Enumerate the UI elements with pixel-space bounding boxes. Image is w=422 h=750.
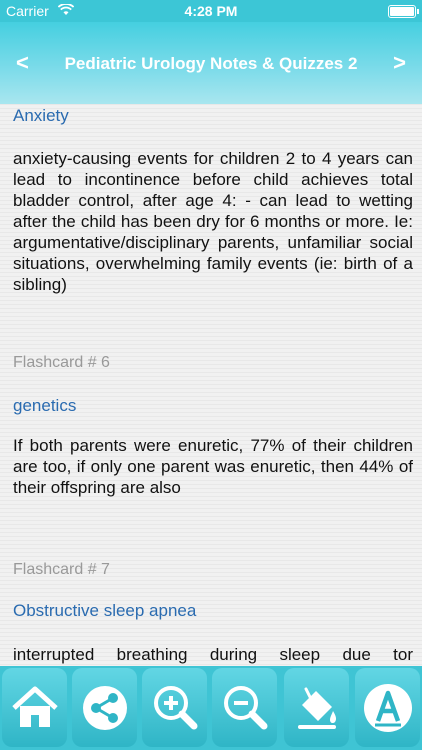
paint-bucket-icon xyxy=(297,687,336,729)
zoom-out-icon xyxy=(223,685,267,729)
zoom-in-icon xyxy=(153,685,197,729)
next-button[interactable]: > xyxy=(393,50,406,76)
home-icon xyxy=(11,686,58,727)
font-icon xyxy=(363,683,412,732)
share-icon xyxy=(82,685,127,730)
font-button[interactable] xyxy=(355,668,420,747)
share-button[interactable] xyxy=(72,668,137,747)
bottom-toolbar xyxy=(0,666,422,750)
flashcard-label: Flashcard # 6 xyxy=(13,354,110,371)
flashcard-label: Flashcard # 7 xyxy=(13,561,110,578)
topic-title: Anxiety xyxy=(13,106,69,125)
zoom-in-button[interactable] xyxy=(142,668,207,747)
battery-icon xyxy=(388,5,419,18)
zoom-out-button[interactable] xyxy=(212,668,277,747)
status-time: 4:28 PM xyxy=(184,3,238,19)
notes-content[interactable]: Anxiety anxiety-causing events for child… xyxy=(0,104,422,666)
topic-text: interrupted breathing during sleep due t… xyxy=(13,645,413,664)
color-button[interactable] xyxy=(284,668,349,747)
status-bar: Carrier 4:28 PM xyxy=(0,0,422,22)
page-title: Pediatric Urology Notes & Quizzes 2 xyxy=(64,54,358,73)
topic-title: Obstructive sleep apnea xyxy=(13,601,197,620)
nav-header: < Pediatric Urology Notes & Quizzes 2 > xyxy=(0,22,422,104)
topic-text: anxiety-causing events for children 2 to… xyxy=(13,149,413,294)
topic-text: If both parents were enuretic, 77% of th… xyxy=(13,436,413,497)
home-button[interactable] xyxy=(2,668,67,747)
topic-title: genetics xyxy=(13,396,77,415)
